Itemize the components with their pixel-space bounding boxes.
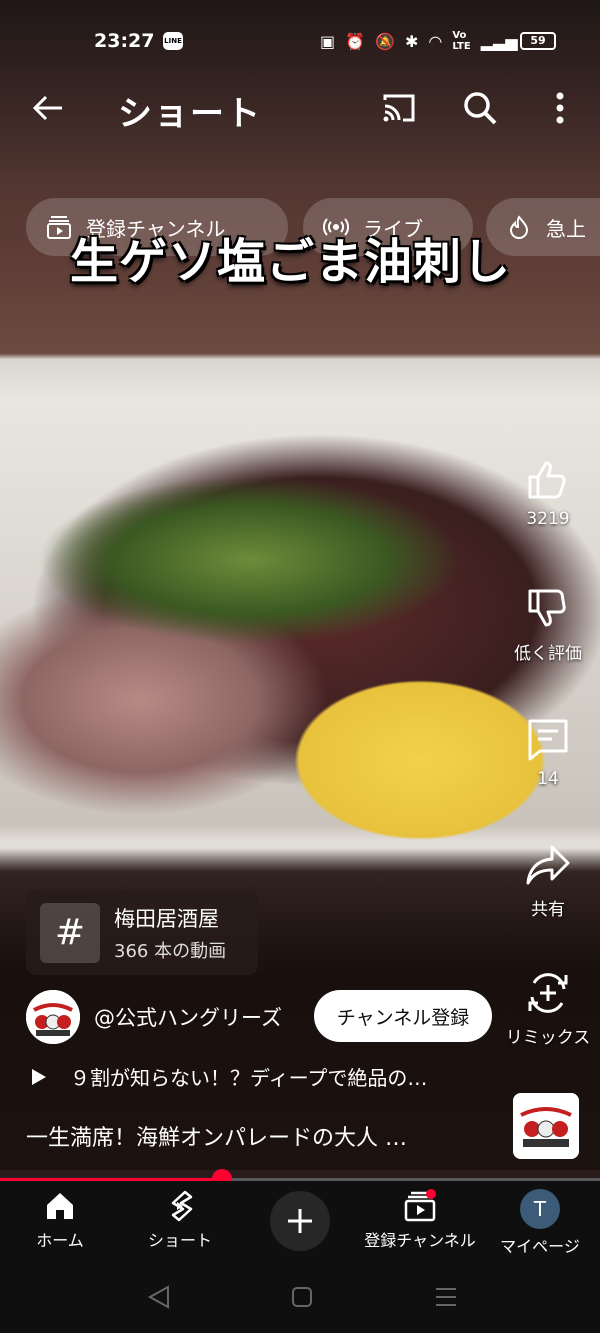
nav-label: 登録チャンネル [364, 1231, 476, 1250]
nav-shorts[interactable]: ショート [120, 1189, 240, 1251]
comment-icon [528, 719, 568, 761]
thumbs-up-icon [528, 461, 566, 499]
search-icon [464, 92, 497, 125]
nav-subscriptions[interactable]: 登録チャンネル [360, 1189, 480, 1251]
channel-name[interactable]: @公式ハングリーズ [94, 1002, 282, 1032]
battery-icon: 59 [520, 32, 556, 50]
share-label: 共有 [531, 900, 565, 920]
video-title[interactable]: 一生満席！海鮮オンパレードの大人 … [26, 1120, 496, 1152]
video-description[interactable]: ９割が知らない！？ディープで絶品の… [26, 1062, 496, 1094]
status-icons: ▣ ⏰ 🔕 ✱ ◠ Vo LTE ▂▃▅ [320, 30, 518, 52]
nav-label: マイページ [500, 1237, 580, 1256]
dislike-label: 低く評価 [514, 644, 582, 664]
more-button[interactable] [548, 88, 572, 128]
wifi-icon: ◠ [428, 31, 443, 51]
nfc-icon: ▣ [320, 31, 336, 51]
triangle-back-icon [147, 1285, 169, 1309]
nav-home[interactable]: ホーム [0, 1189, 120, 1251]
hashtag-video-count: 366 本の動画 [114, 941, 227, 962]
play-icon [32, 1068, 46, 1085]
like-count: 3219 [526, 509, 570, 529]
back-button[interactable] [28, 88, 68, 128]
dislike-button[interactable]: 低く評価 [496, 585, 600, 664]
description-text: ９割が知らない！？ディープで絶品の… [70, 1066, 428, 1090]
comment-count: 14 [537, 769, 559, 789]
more-vert-icon [556, 92, 564, 124]
home-icon [47, 1193, 73, 1219]
like-button[interactable]: 3219 [496, 455, 600, 529]
line-app-icon: LINE [163, 32, 183, 50]
cast-button[interactable] [381, 90, 417, 126]
subscriptions-icon [47, 216, 71, 239]
shorts-icon [171, 1190, 193, 1222]
app-bar: ショート [0, 80, 600, 136]
create-icon [288, 1209, 312, 1233]
mute-icon: 🔕 [375, 31, 395, 51]
volte-icon: Vo LTE [452, 30, 471, 52]
avatar: T [520, 1189, 560, 1229]
status-time: 23:27 [94, 30, 155, 52]
alarm-icon: ⏰ [345, 31, 366, 51]
bluetooth-icon: ✱ [404, 31, 419, 51]
video-caption: 生ゲソ塩ごま油刺し [70, 234, 512, 290]
hashtag-icon: # [40, 903, 100, 963]
share-icon [526, 845, 570, 885]
status-bar: 23:27 LINE ▣ ⏰ 🔕 ✱ ◠ Vo LTE ▂▃▅ 59 [0, 22, 600, 58]
system-nav-bar [0, 1264, 600, 1333]
nav-label: ショート [147, 1231, 212, 1250]
bottom-nav: ホーム ショート 登録チャンネル T マイページ [0, 1181, 600, 1264]
menu-lines-icon [436, 1288, 456, 1306]
system-home-button[interactable] [282, 1282, 322, 1312]
back-arrow-icon [32, 95, 62, 121]
nav-you[interactable]: T マイページ [480, 1189, 600, 1257]
sound-logo-icon [513, 1093, 579, 1159]
subscribe-button[interactable]: チャンネル登録 [314, 990, 492, 1042]
search-button[interactable] [460, 88, 500, 128]
hashtag-name: 梅田居酒屋 [114, 907, 219, 931]
cast-icon [383, 94, 415, 122]
thumbs-down-icon [528, 589, 566, 627]
channel-logo-icon [26, 990, 80, 1044]
channel-row: @公式ハングリーズ チャンネル登録 [26, 990, 600, 1044]
channel-avatar[interactable] [26, 990, 80, 1044]
nav-label: ホーム [36, 1231, 84, 1250]
hashtag-card[interactable]: # 梅田居酒屋 366 本の動画 [26, 889, 258, 975]
chip-label: 急上 [546, 216, 586, 241]
sound-thumbnail[interactable] [513, 1093, 579, 1159]
signal-icon: ▂▃▅ [480, 31, 518, 51]
square-home-icon [292, 1287, 312, 1307]
share-button[interactable]: 共有 [496, 841, 600, 920]
comments-button[interactable]: 14 [496, 715, 600, 789]
system-recents-button[interactable] [426, 1282, 466, 1312]
system-back-button[interactable] [140, 1282, 180, 1312]
page-title: ショート [118, 94, 262, 134]
subscriptions-icon [404, 1189, 436, 1222]
create-button[interactable] [270, 1191, 330, 1251]
